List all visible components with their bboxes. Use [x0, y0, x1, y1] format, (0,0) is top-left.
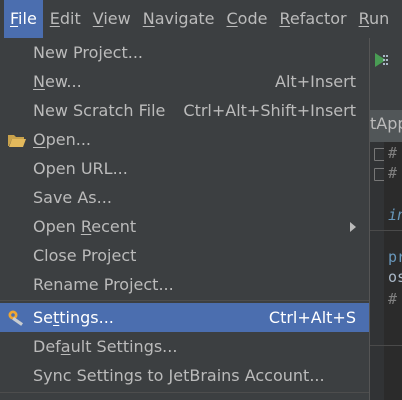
- code-line: #: [388, 164, 398, 182]
- menu-code[interactable]: Code: [222, 0, 273, 38]
- menu-navigate-mnemonic: N: [142, 9, 155, 28]
- menu-separator: [0, 300, 369, 301]
- menu-file-mnemonic: F: [10, 9, 19, 28]
- submenu-arrow-icon: [350, 222, 356, 232]
- label-text: pen...: [45, 130, 91, 149]
- label-text: New Scratch File: [33, 101, 166, 120]
- code-line: #: [388, 144, 398, 162]
- menu-refactor[interactable]: Refactor: [274, 0, 351, 38]
- menu-run-mnemonic: R: [358, 9, 369, 28]
- menu-item-label: Default Settings...: [33, 337, 177, 356]
- label-text: Save As...: [33, 188, 112, 207]
- menu-view-rest: iew: [103, 9, 131, 28]
- code-line: pr: [388, 248, 402, 266]
- menu-refactor-mnemonic: R: [279, 9, 290, 28]
- code-line: #: [388, 290, 398, 308]
- menu-view-mnemonic: V: [92, 9, 104, 28]
- menu-item-label: Settings...: [33, 308, 114, 327]
- menu-code-mnemonic: C: [226, 9, 238, 28]
- label-mnemonic: R: [80, 217, 92, 236]
- menu-item-rename-project[interactable]: Rename Project...: [0, 270, 369, 299]
- menu-item-label: New Project...: [33, 43, 143, 62]
- editor-tab-label[interactable]: tApp: [370, 114, 402, 133]
- menu-item-label: Open URL...: [33, 159, 128, 178]
- menu-refactor-rest: efactor: [289, 9, 347, 28]
- label-text: Se: [33, 308, 53, 327]
- menu-item-default-settings[interactable]: Default Settings...: [0, 332, 369, 361]
- label-text: New Project...: [33, 43, 143, 62]
- label-text: Rename Project...: [33, 275, 174, 294]
- label-text: Def: [33, 337, 61, 356]
- menu-navigate[interactable]: Navigate: [138, 0, 220, 38]
- run-with-coverage-icon[interactable]: [373, 52, 391, 68]
- menu-edit-mnemonic: E: [49, 9, 60, 28]
- menu-item-open-recent[interactable]: Open Recent: [0, 212, 369, 241]
- label-text: Open URL...: [33, 159, 128, 178]
- label-mnemonic: N: [33, 72, 45, 91]
- menu-separator: [0, 392, 369, 393]
- folder-open-icon: [8, 135, 26, 147]
- menu-item-label: Save As...: [33, 188, 112, 207]
- label-text: ult Settings...: [70, 337, 178, 356]
- menu-item-open[interactable]: Open...: [0, 125, 369, 154]
- menu-file[interactable]: File: [4, 0, 43, 38]
- editor-divider: [370, 230, 402, 231]
- file-menu-dropdown: New Project... New... Alt+Insert New Scr…: [0, 38, 370, 400]
- menu-item-close-project[interactable]: Close Project: [0, 241, 369, 270]
- menu-edit[interactable]: Edit: [45, 0, 86, 38]
- menu-item-new[interactable]: New... Alt+Insert: [0, 67, 369, 96]
- label-text: Sync Settings to JetBrains Account...: [33, 366, 325, 385]
- label-text: ecent: [91, 217, 137, 236]
- menu-bar: File Edit View Navigate Code Refactor Ru…: [0, 0, 402, 38]
- code-editor[interactable]: # # in pr os #: [384, 142, 402, 400]
- menu-item-label: Open...: [33, 130, 91, 149]
- menu-navigate-rest: avigate: [154, 9, 215, 28]
- wrench-icon: [8, 310, 24, 326]
- label-text: tings...: [59, 308, 114, 327]
- menu-item-label: Close Project: [33, 246, 136, 265]
- label-text: Open: [33, 217, 81, 236]
- label-text: Close Project: [33, 246, 137, 265]
- menu-run[interactable]: Run: [354, 0, 395, 38]
- menu-code-rest: ode: [237, 9, 268, 28]
- menu-item-label: New Scratch File: [33, 101, 165, 120]
- code-line: in: [388, 206, 402, 224]
- menu-item-shortcut: Alt+Insert: [275, 72, 356, 91]
- menu-item-settings[interactable]: Settings... Ctrl+Alt+S: [0, 303, 369, 332]
- menu-item-new-scratch-file[interactable]: New Scratch File Ctrl+Alt+Shift+Insert: [0, 96, 369, 125]
- menu-item-shortcut: Ctrl+Alt+S: [268, 308, 356, 327]
- menu-item-open-url[interactable]: Open URL...: [0, 154, 369, 183]
- menu-item-new-project[interactable]: New Project...: [0, 38, 369, 67]
- menu-view[interactable]: View: [88, 0, 136, 38]
- editor-divider: [370, 345, 402, 346]
- menu-file-rest: ile: [18, 9, 37, 28]
- menu-item-label: Open Recent: [33, 217, 136, 236]
- label-mnemonic: a: [60, 337, 71, 356]
- menu-item-save-as[interactable]: Save As...: [0, 183, 369, 212]
- menu-item-label: Sync Settings to JetBrains Account...: [33, 366, 325, 385]
- menu-item-label: Rename Project...: [33, 275, 174, 294]
- label-text: ew...: [44, 72, 82, 91]
- menu-edit-rest: dit: [59, 9, 81, 28]
- label-mnemonic: O: [33, 130, 46, 149]
- menu-run-rest: un: [369, 9, 390, 28]
- menu-item-sync-settings[interactable]: Sync Settings to JetBrains Account...: [0, 361, 369, 390]
- menu-item-label: New...: [33, 72, 82, 91]
- code-line: os: [388, 268, 402, 286]
- menu-item-shortcut: Ctrl+Alt+Shift+Insert: [183, 101, 356, 120]
